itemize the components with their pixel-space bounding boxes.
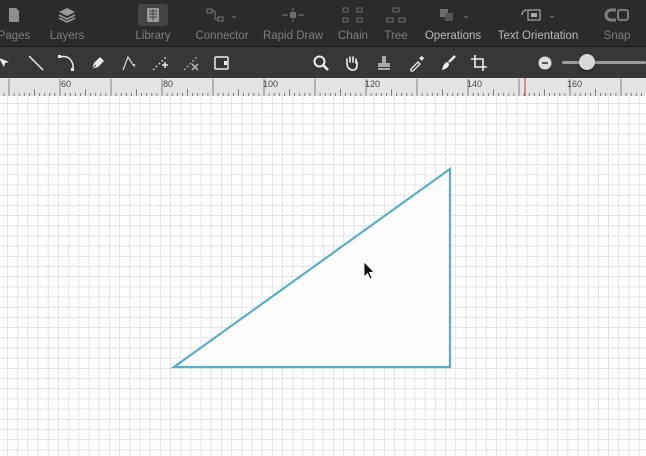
snap-icon bbox=[604, 2, 630, 28]
chevron-down-icon: ⌄ bbox=[548, 9, 556, 20]
library-icon bbox=[138, 2, 168, 28]
ruler-label: 120 bbox=[365, 79, 381, 89]
ruler-label: 60 bbox=[61, 79, 72, 89]
layers-button[interactable]: Layers bbox=[44, 0, 90, 46]
point-edit-tool-icon[interactable] bbox=[116, 47, 142, 78]
drawing-tools-bar bbox=[0, 47, 646, 79]
zoom-slider-handle[interactable] bbox=[579, 54, 595, 70]
ruler-label: 160 bbox=[567, 79, 583, 89]
connector-button[interactable]: ⌄ Connector bbox=[192, 0, 252, 46]
eyedropper-tool-icon[interactable] bbox=[404, 47, 430, 78]
ruler-label: 80 bbox=[163, 79, 174, 89]
curve-tool-icon[interactable] bbox=[54, 47, 80, 78]
rapid-draw-button[interactable]: Rapid Draw bbox=[262, 0, 324, 46]
rapid-draw-label: Rapid Draw bbox=[262, 30, 324, 42]
chain-label: Chain bbox=[337, 30, 369, 42]
delete-point-tool-icon[interactable] bbox=[178, 47, 204, 78]
pen-tool-icon[interactable] bbox=[85, 47, 111, 78]
chain-button[interactable]: Chain bbox=[336, 0, 370, 46]
triangle-shape[interactable] bbox=[170, 166, 452, 369]
ruler-ticks bbox=[3, 78, 642, 96]
add-point-tool-icon[interactable] bbox=[147, 47, 173, 78]
horizontal-ruler: 60 80 100 120 140 160 bbox=[0, 78, 646, 97]
layers-label: Layers bbox=[49, 30, 85, 42]
snap-button[interactable]: Snap bbox=[600, 0, 634, 46]
stamp-tool-icon[interactable] bbox=[371, 47, 397, 78]
rapid-draw-icon bbox=[281, 2, 305, 28]
crop-tool-icon[interactable] bbox=[466, 47, 492, 78]
drawing-canvas[interactable] bbox=[0, 96, 646, 456]
brush-tool-icon[interactable] bbox=[435, 47, 461, 78]
line-tool-icon[interactable] bbox=[23, 47, 49, 78]
layers-icon bbox=[58, 2, 76, 28]
operations-icon: ⌄ bbox=[436, 2, 470, 28]
main-toolbar: Pages Layers Library ⌄ Connector Rapid D… bbox=[0, 0, 646, 47]
ruler-label: 140 bbox=[467, 79, 483, 89]
library-button[interactable]: Library bbox=[131, 0, 175, 46]
tree-icon bbox=[386, 2, 406, 28]
chevron-down-icon: ⌄ bbox=[462, 9, 470, 20]
operations-button[interactable]: ⌄ Operations bbox=[423, 0, 483, 46]
library-label: Library bbox=[135, 30, 171, 42]
text-orientation-icon: ⌄ bbox=[520, 2, 556, 28]
text-orientation-label: Text Orientation bbox=[497, 30, 579, 42]
canvas-layer bbox=[170, 166, 452, 369]
zoom-tool-icon[interactable] bbox=[308, 47, 334, 78]
chevron-down-icon: ⌄ bbox=[230, 9, 238, 20]
pages-label: Pages bbox=[0, 30, 31, 42]
operations-label: Operations bbox=[424, 30, 482, 42]
tree-button[interactable]: Tree bbox=[382, 0, 410, 46]
text-box-tool-icon[interactable] bbox=[209, 47, 235, 78]
ruler-label: 100 bbox=[263, 79, 279, 89]
connector-icon: ⌄ bbox=[206, 2, 238, 28]
text-orientation-button[interactable]: ⌄ Text Orientation bbox=[494, 0, 582, 46]
chain-icon bbox=[342, 2, 364, 28]
zoom-slider-track[interactable] bbox=[562, 61, 646, 64]
hand-tool-icon[interactable] bbox=[339, 47, 365, 78]
zoom-out-icon[interactable] bbox=[532, 47, 558, 78]
snap-label: Snap bbox=[603, 30, 631, 42]
selection-tool-icon[interactable] bbox=[0, 47, 17, 78]
tree-label: Tree bbox=[384, 30, 408, 42]
pages-icon bbox=[7, 2, 21, 28]
app-window: Pages Layers Library ⌄ Connector Rapid D… bbox=[0, 0, 646, 456]
connector-label: Connector bbox=[195, 30, 249, 42]
pages-button[interactable]: Pages bbox=[0, 0, 36, 46]
